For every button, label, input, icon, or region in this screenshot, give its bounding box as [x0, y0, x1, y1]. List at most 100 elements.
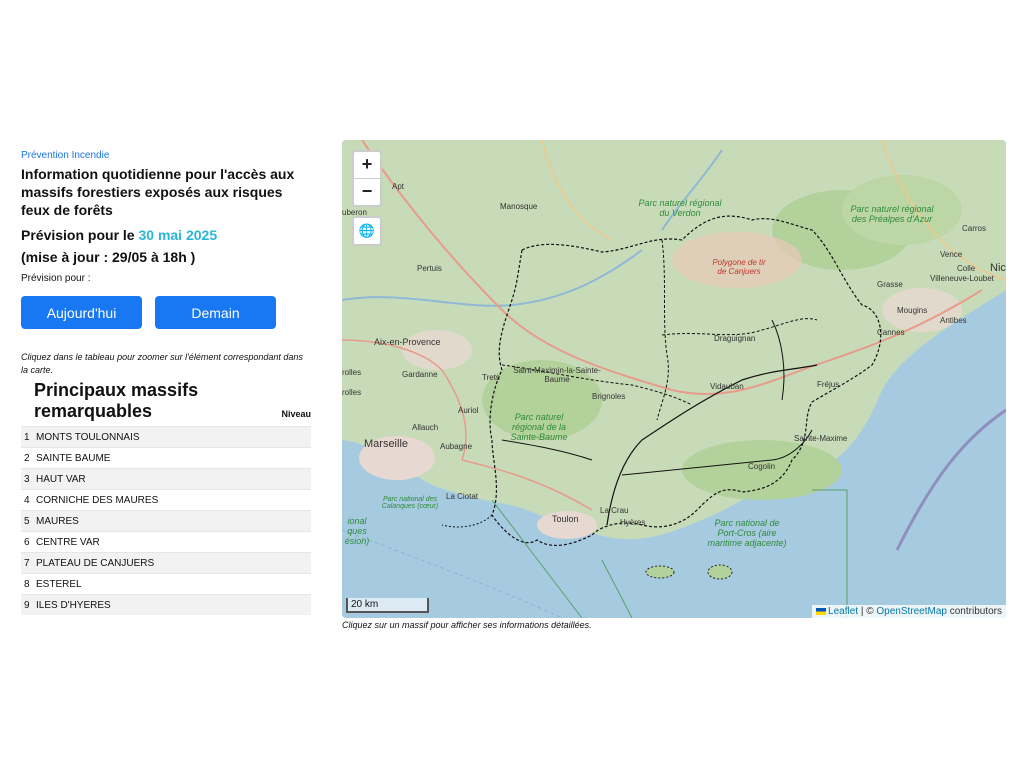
- map-label-park-left: ional ques ésion): [344, 516, 370, 546]
- table-row[interactable]: 4 CORNICHE DES MAURES: [21, 489, 311, 511]
- scale-bar: 20 km: [346, 598, 429, 613]
- map-label-park-stbaume: Parc naturel régional de la Sainte-Baume: [510, 412, 568, 442]
- massif-name[interactable]: PLATEAU DE CANJUERS: [33, 552, 299, 574]
- map-label-frejus: Fréjus: [817, 380, 840, 389]
- layers-button[interactable]: 🌐: [352, 216, 382, 246]
- attribution-contributors: contributors: [946, 606, 1002, 617]
- massif-name[interactable]: ESTEREL: [33, 573, 299, 595]
- row-number: 2: [21, 447, 33, 469]
- forecast-prefix: Prévision pour le: [21, 227, 135, 243]
- map-label-rolles: rolles: [342, 368, 362, 377]
- massif-level: [298, 510, 311, 532]
- map-label-mougins: Mougins: [897, 306, 928, 315]
- map-label-vidauban: Vidauban: [710, 382, 744, 391]
- map-label-stmaxime: Sainte-Maxime: [794, 434, 848, 443]
- zoom-control: + −: [352, 150, 382, 207]
- row-number: 8: [21, 573, 33, 595]
- map-label-aix: Aix-en-Provence: [374, 337, 441, 347]
- massif-level: [298, 552, 311, 574]
- table-row[interactable]: 8 ESTEREL: [21, 573, 311, 595]
- page-title: Information quotidienne pour l'accès aux…: [21, 166, 295, 218]
- table-hint: Cliquez dans le tableau pour zoomer sur …: [21, 352, 303, 375]
- breadcrumb-link[interactable]: Prévention Incendie: [21, 150, 313, 161]
- left-panel: Prévention Incendie Information quotidie…: [21, 150, 313, 615]
- map-label-cannes: Cannes: [877, 328, 905, 337]
- map-label-park-calanques: Parc national des Calanques (cœur): [381, 496, 439, 510]
- massif-level: [298, 531, 311, 553]
- map-note: Cliquez sur un massif pour afficher ses …: [342, 620, 592, 630]
- map-label-draguignan: Draguignan: [714, 334, 756, 343]
- map-label-nice: Nic: [990, 262, 1006, 274]
- map-label-pertuis: Pertuis: [417, 264, 442, 273]
- massif-name[interactable]: MAURES: [33, 510, 299, 532]
- row-number: 9: [21, 594, 33, 615]
- massif-level: [298, 426, 311, 448]
- map-label-stmaximin: Saint-Maximin-la-Sainte-Baume: [513, 366, 601, 384]
- table-row[interactable]: 2 SAINTE BAUME: [21, 447, 311, 469]
- massif-name[interactable]: HAUT VAR: [33, 468, 299, 490]
- massif-level: [298, 447, 311, 469]
- map-label-allauch: Allauch: [412, 423, 439, 432]
- row-number: 6: [21, 531, 33, 553]
- zoom-in-button[interactable]: +: [354, 152, 380, 179]
- table-row[interactable]: 9 ILES D'HYERES: [21, 594, 311, 615]
- massif-name[interactable]: ILES D'HYERES: [33, 594, 299, 615]
- row-number: 1: [21, 426, 33, 448]
- map-attribution: Leaflet | © OpenStreetMap contributors: [812, 605, 1006, 618]
- map-label-park-prealpes: Parc naturel régional des Préalpes d'Azu…: [850, 204, 934, 224]
- table-row[interactable]: 1 MONTS TOULONNAIS: [21, 426, 311, 448]
- leaflet-link[interactable]: Leaflet: [828, 606, 858, 617]
- massif-level: [298, 489, 311, 511]
- map-label-park-portcros: Parc national de Port-Cros (aire maritim…: [707, 518, 787, 548]
- map-label-trets: Trets: [482, 373, 500, 382]
- map-label-marseille: Marseille: [364, 438, 409, 450]
- row-number: 7: [21, 552, 33, 574]
- table-row[interactable]: 3 HAUT VAR: [21, 468, 311, 490]
- table-heading: Principaux massifs remarquables: [34, 380, 199, 421]
- map-label-apt: Apt: [392, 182, 405, 191]
- map-label-polygone: Polygone de tir de Canjuers: [712, 258, 766, 276]
- massif-level: [298, 468, 311, 490]
- table-row[interactable]: 6 CENTRE VAR: [21, 531, 311, 553]
- map-label-carros: Carros: [962, 224, 987, 233]
- forecast-heading: Prévision pour le 30 mai 2025: [21, 227, 313, 243]
- map-label-rolles-2: rolles: [342, 388, 362, 397]
- row-number: 4: [21, 489, 33, 511]
- map-label-hyeres: Hyères: [620, 518, 646, 527]
- map-label-antibes: Antibes: [940, 316, 967, 325]
- table-row[interactable]: 5 MAURES: [21, 510, 311, 532]
- massif-name[interactable]: MONTS TOULONNAIS: [33, 426, 299, 448]
- row-number: 5: [21, 510, 33, 532]
- day-selector: Aujourd'hui Demain: [21, 296, 313, 329]
- map-label-grasse: Grasse: [877, 280, 903, 289]
- level-column-header: Niveau: [281, 409, 311, 419]
- map-label-auriol: Auriol: [458, 406, 479, 415]
- row-number: 3: [21, 468, 33, 490]
- map-label-brignoles: Brignoles: [592, 392, 626, 401]
- table-row[interactable]: 7 PLATEAU DE CANJUERS: [21, 552, 311, 574]
- update-timestamp: (mise à jour : 29/05 à 18h ): [21, 249, 196, 265]
- map-view[interactable]: Apt uberon Manosque Pertuis Aix-en-Prove…: [342, 140, 1006, 618]
- today-button[interactable]: Aujourd'hui: [21, 296, 142, 329]
- map-label-lacrau: La Crau: [600, 506, 629, 515]
- map-label-villeneuve: Villeneuve-Loubet: [930, 274, 994, 283]
- attribution-separator: | ©: [858, 606, 877, 617]
- map-label-colle: Colle: [957, 264, 976, 273]
- osm-link[interactable]: OpenStreetMap: [876, 606, 947, 617]
- forecast-for-label: Prévision pour :: [21, 273, 91, 284]
- massif-name[interactable]: CENTRE VAR: [33, 531, 299, 553]
- massif-name[interactable]: SAINTE BAUME: [33, 447, 299, 469]
- globe-icon: 🌐: [358, 223, 376, 238]
- zoom-out-button[interactable]: −: [354, 179, 380, 205]
- massif-name[interactable]: CORNICHE DES MAURES: [33, 489, 299, 511]
- map-label-manosque: Manosque: [500, 202, 538, 211]
- massif-level: [298, 594, 311, 615]
- table-header: Principaux massifs remarquables Niveau: [21, 380, 311, 422]
- tomorrow-button[interactable]: Demain: [155, 296, 276, 329]
- massif-level: [298, 573, 311, 595]
- map-label-toulon: Toulon: [552, 514, 579, 524]
- massifs-table: 1 MONTS TOULONNAIS 2 SAINTE BAUME 3 HAUT VAR 4…: [21, 426, 311, 615]
- map-label-laciotat: La Ciotat: [446, 492, 479, 501]
- map-label-vence: Vence: [940, 250, 963, 259]
- ukraine-flag-icon: [816, 607, 827, 615]
